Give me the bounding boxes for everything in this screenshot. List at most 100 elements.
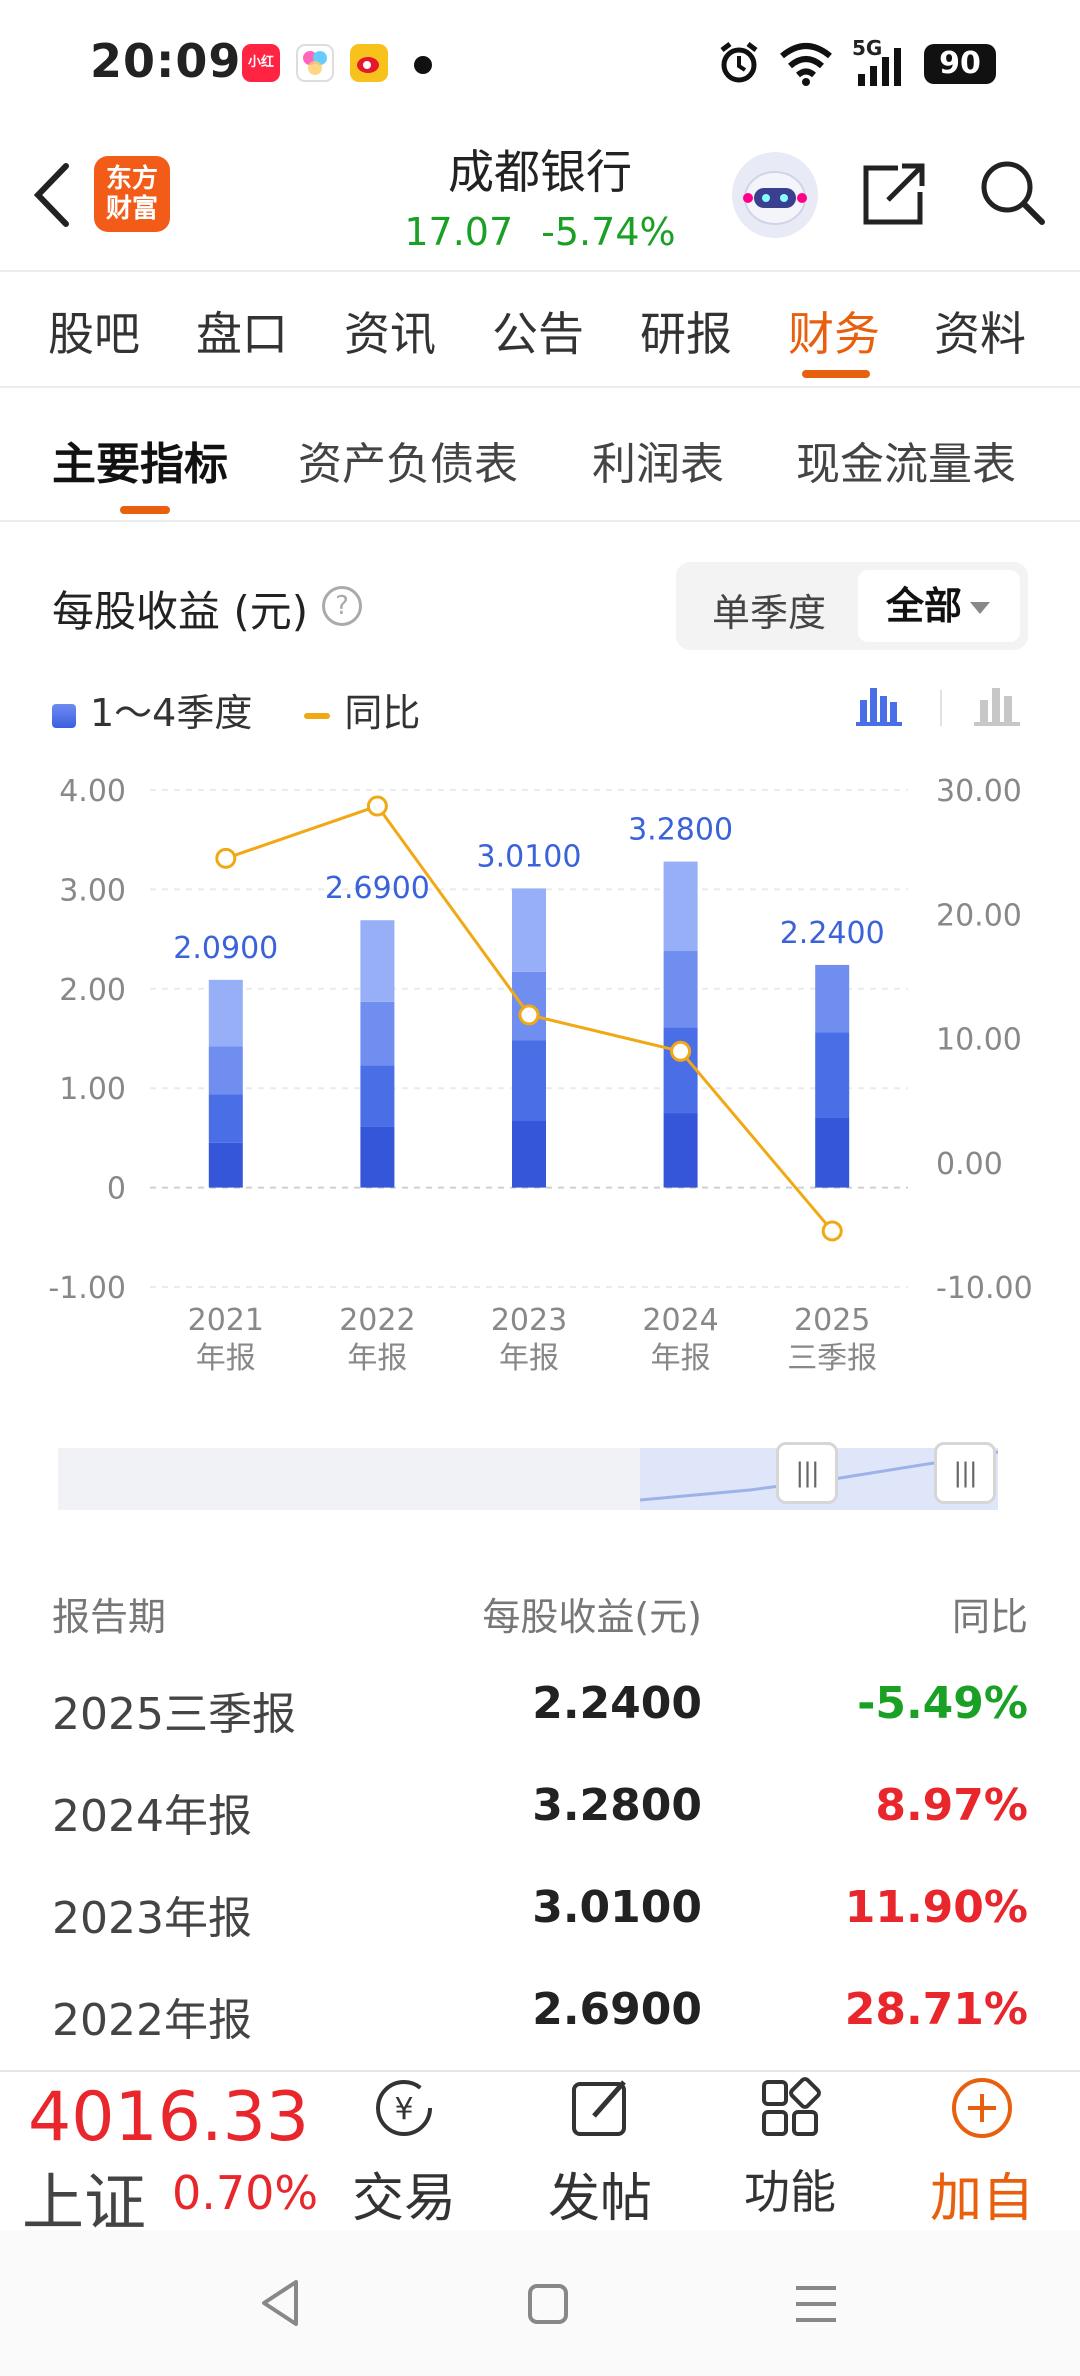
bar-segment [208,979,243,1047]
robot-assistant-icon[interactable] [732,152,818,238]
notification-dot [414,56,432,74]
subtab-income-statement[interactable]: 利润表 [592,428,724,492]
y-left-tick-label: 4.00 [59,774,126,809]
table-header-period: 报告期 [52,1595,167,1639]
search-icon[interactable] [976,156,1048,228]
y-left-tick-label: 1.00 [59,1072,126,1107]
chart-title: 每股收益 (元) [52,587,309,636]
tab-guba[interactable]: 股吧 [48,298,140,364]
toggle-all-dropdown[interactable]: 全部 [858,570,1020,642]
nav-home-icon[interactable] [526,2282,570,2326]
back-arrow-icon[interactable] [28,158,78,232]
logo-text-line2: 财富 [105,194,158,224]
bar-segment [512,1121,546,1188]
trade-button[interactable]: ¥ 交易 [334,2072,474,2230]
subtab-key-indicators[interactable]: 主要指标 [52,428,228,492]
bar-segment [360,1065,395,1127]
x-tick-label: 三季报 [787,1341,877,1376]
x-tick-label: 2024 [642,1303,718,1338]
tab-news[interactable]: 资讯 [344,298,436,364]
nav-back-icon[interactable] [256,2276,306,2330]
svg-text:¥: ¥ [394,2092,413,2127]
tab-active-indicator [802,370,870,378]
subtab-cash-flow[interactable]: 现金流量表 [796,428,1016,492]
help-icon[interactable]: ? [322,586,362,626]
system-nav-bar [0,2230,1080,2376]
chart-mode-divider [940,690,942,726]
nav-menu-icon[interactable] [792,2280,840,2328]
period-toggle: 单季度 全部 [676,562,1028,650]
table-header-eps: 每股收益(元) [482,1595,702,1639]
tab-finance[interactable]: 财务 [788,298,880,364]
app-logo: 东方 财富 [94,156,170,232]
yoy-point [670,1040,692,1062]
row-period: 2024年报 [52,1791,252,1842]
legend-bar-label: 1～4季度 [90,691,253,735]
finance-sub-tabs: 主要指标 资产负债表 利润表 现金流量表 [0,418,1080,518]
index-value[interactable]: 4016.33 [28,2078,309,2157]
bar-value-label: 3.0100 [477,839,582,874]
x-tick-label: 2025 [794,1303,870,1338]
row-period: 2023年报 [52,1893,252,1944]
index-change-pct[interactable]: 0.70% [172,2166,318,2220]
x-tick-label: 2023 [491,1303,567,1338]
row-yoy: 28.71% [844,1984,1028,2035]
x-tick-label: 年报 [196,1341,256,1376]
edit-icon [572,2080,626,2136]
wifi-icon [780,43,832,86]
stacked-chart-mode-icon[interactable] [972,682,1024,728]
tab-announcements[interactable]: 公告 [492,298,584,364]
yoy-point [518,1004,540,1026]
chart-legend: 1～4季度 同比 [52,682,420,737]
bar-value-label: 2.2400 [780,916,885,951]
tab-profile[interactable]: 资料 [934,298,1026,364]
index-name[interactable]: 上证 [22,2152,146,2230]
bar-chart-mode-icon[interactable] [854,682,906,728]
legend-line-swatch [304,712,331,719]
table-row: 2024年报 3.2800 8.97% [0,1780,1080,1880]
table-row: 2025三季报 2.2400 -5.49% [0,1678,1080,1778]
legend-bar-swatch [52,703,76,728]
table-header-yoy: 同比 [951,1595,1028,1639]
x-tick-label: 年报 [499,1341,559,1376]
toggle-single-quarter[interactable]: 单季度 [712,582,826,637]
x-tick-label: 年报 [347,1341,407,1376]
add-watchlist-button[interactable]: 加自 [912,2072,1052,2230]
clock: 20:09 [90,34,242,88]
y-left-tick-label: 2.00 [59,973,126,1008]
bar-segment [815,964,850,1033]
subtab-active-indicator [120,506,170,514]
bottom-action-bar: 4016.33 上证 0.70% ¥ 交易 发帖 功能 加自 [0,2070,1080,2230]
post-button[interactable]: 发帖 [530,2072,670,2230]
main-tabs: 股吧 盘口 资讯 公告 研报 财务 资料 [0,290,1080,386]
subtab-balance-sheet[interactable]: 资产负债表 [298,428,518,492]
chart-range-slider[interactable]: ||| ||| [58,1442,998,1510]
bar-segment [663,861,698,952]
functions-label: 功能 [744,2165,836,2219]
trade-label: 交易 [351,2169,456,2229]
x-tick-label: 2021 [188,1303,264,1338]
stock-name: 成都银行 [448,145,632,199]
row-eps: 3.0100 [532,1882,702,1933]
y-left-tick-label: 3.00 [59,873,126,908]
app-icon [296,44,334,82]
logo-text-line1: 东方 [105,164,158,194]
yoy-point [821,1220,843,1242]
range-handle-right[interactable]: ||| [934,1442,996,1504]
bar-segment [512,888,546,972]
signal-icon [858,48,901,86]
y-right-tick-label: 10.00 [936,1023,1022,1058]
row-yoy: 8.97% [875,1780,1028,1831]
tab-pankou[interactable]: 盘口 [196,298,288,364]
share-icon[interactable] [858,158,930,230]
tab-research[interactable]: 研报 [640,298,732,364]
plus-circle-icon [952,2078,1012,2138]
functions-button[interactable]: 功能 [720,2072,860,2222]
bar-segment [360,1126,395,1188]
table-row: 2022年报 2.6900 28.71% [0,1984,1080,2084]
y-right-tick-label: 30.00 [936,774,1022,809]
range-handle-left[interactable]: ||| [776,1442,838,1504]
bar-segment [815,1118,850,1188]
weibo-icon [350,44,388,82]
header-divider [0,270,1080,272]
